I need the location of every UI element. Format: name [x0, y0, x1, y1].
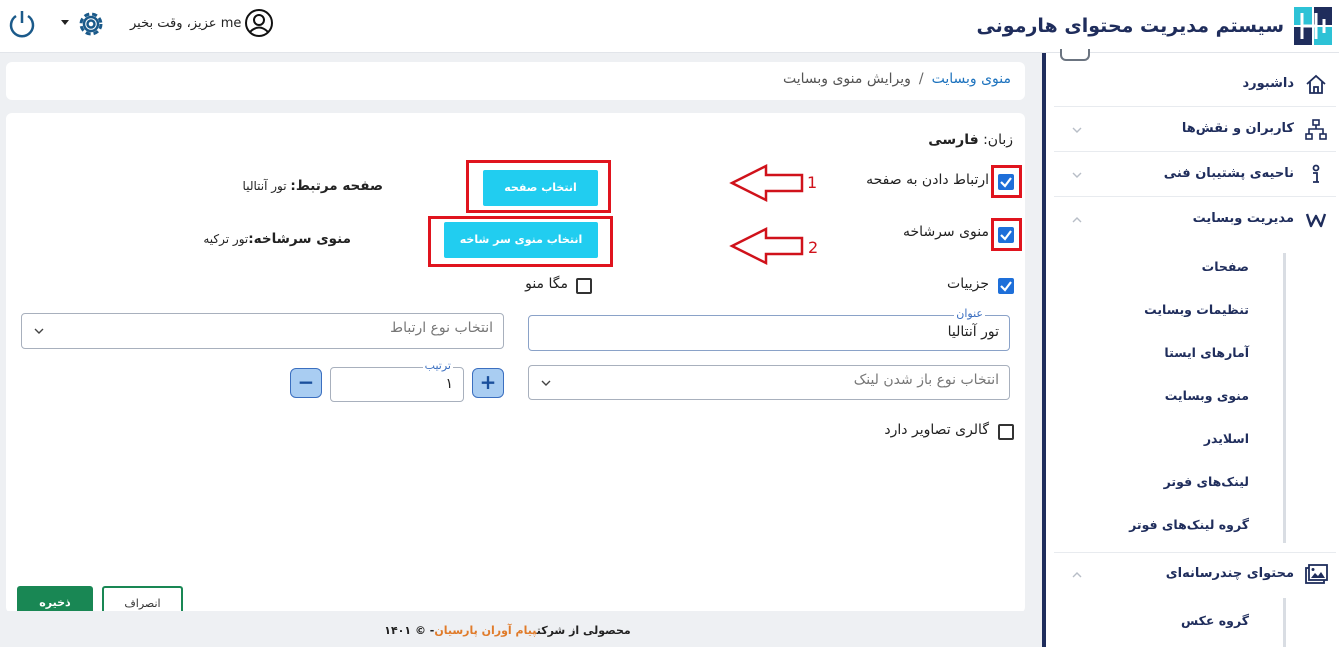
- related-page-value: تور آنتالیا: [242, 179, 287, 193]
- order-input[interactable]: ۱: [330, 367, 464, 402]
- user-icon: [245, 9, 274, 37]
- chevron-down-icon[interactable]: [61, 20, 69, 25]
- footer: محصولی از شرکتپیام آوران پارسیان- © ۱۴۰۱: [0, 611, 1042, 647]
- sidebar-item-dashboard[interactable]: داشبورد: [1054, 63, 1336, 107]
- sidebar-subitem-website-menu[interactable]: منوی وبسایت: [1165, 388, 1249, 403]
- link-type-placeholder: انتخاب نوع ارتباط: [390, 320, 493, 336]
- chevron-down-icon: [1072, 127, 1082, 133]
- language-row: زبان: فارسی: [928, 132, 1013, 148]
- sidebar-toggle[interactable]: [1060, 49, 1090, 61]
- breadcrumb-current: ویرایش منوی وبسایت: [782, 71, 911, 87]
- mega-menu-checkbox[interactable]: [576, 278, 592, 294]
- save-button[interactable]: ذخیره: [17, 586, 93, 611]
- title-field[interactable]: تور آنتالیا: [528, 315, 1010, 351]
- title-legend: عنوان: [954, 307, 985, 320]
- sidebar-item-label: ناحیه‌ی پشتیبان فنی: [1163, 166, 1294, 181]
- annotation-number-2: 2: [808, 238, 819, 257]
- logo-icon: [1292, 5, 1334, 47]
- sidebar-subitem-static-stats[interactable]: آمارهای ایستا: [1164, 345, 1249, 360]
- sidebar-subitem-footer-links[interactable]: لینک‌های فوتر: [1164, 474, 1249, 489]
- decrement-button[interactable]: −: [290, 368, 322, 398]
- title-input-value: تور آنتالیا: [947, 324, 999, 340]
- sidebar-item-label: مدیریت وبسایت: [1192, 211, 1294, 226]
- footer-prefix: محصولی از شرکت: [536, 624, 631, 637]
- language-label: زبان:: [983, 132, 1013, 148]
- image-icon: [1305, 564, 1328, 584]
- order-value: ۱: [445, 376, 453, 392]
- related-page-row: صفحه مرتبط: تور آنتالیا: [243, 178, 383, 194]
- parent-menu-label: منوی سرشاخه: [903, 224, 989, 240]
- sidebar-item-website[interactable]: مدیریت وبسایت: [1054, 198, 1336, 242]
- w-icon: [1305, 213, 1327, 228]
- app-title: سیستم مدیریت محتوای هارمونی: [976, 15, 1284, 37]
- user-greeting: me عزیز، وقت بخیر: [130, 15, 242, 31]
- user-menu[interactable]: me عزیز، وقت بخیر: [130, 8, 274, 38]
- gallery-checkbox[interactable]: [998, 424, 1014, 440]
- sidebar: داشبورد کاربران و نقش‌ها ناحیه‌ی پشتیبان…: [1042, 49, 1339, 647]
- sidebar-subitem-photo-group[interactable]: گروه عکس: [1181, 613, 1249, 628]
- details-label: جزییات: [947, 276, 989, 292]
- chevron-up-icon: [1072, 217, 1082, 223]
- home-icon: [1306, 74, 1326, 94]
- sidebar-subitem-footer-link-groups[interactable]: گروه لینک‌های فوتر: [1129, 517, 1249, 532]
- increment-button[interactable]: +: [472, 368, 504, 398]
- sidebar-item-media[interactable]: محتوای چندرسانه‌ای: [1054, 552, 1336, 596]
- annotation-number-1: 1: [807, 173, 818, 192]
- brand[interactable]: سیستم مدیریت محتوای هارمونی: [976, 4, 1334, 48]
- breadcrumb-separator: /: [918, 71, 924, 87]
- annotation-arrow-2: [729, 226, 804, 266]
- sidebar-item-label: کاربران و نقش‌ها: [1181, 121, 1294, 136]
- link-to-page-label: ارتباط دادن به صفحه: [866, 172, 989, 188]
- footer-suffix: - © ۱۴۰۱: [384, 624, 435, 637]
- submenu-line: [1283, 598, 1286, 647]
- footer-company-link[interactable]: پیام آوران پارسیان: [434, 624, 536, 637]
- sidebar-item-label: محتوای چندرسانه‌ای: [1165, 566, 1294, 581]
- gear-icon[interactable]: [75, 8, 107, 40]
- sidebar-item-users[interactable]: کاربران و نقش‌ها: [1054, 108, 1336, 152]
- breadcrumb: منوی وبسایت / ویرایش منوی وبسایت: [6, 62, 1025, 100]
- footer-text: محصولی از شرکتپیام آوران پارسیان- © ۱۴۰۱: [0, 624, 1015, 637]
- link-open-type-select[interactable]: انتخاب نوع باز شدن لینک: [528, 365, 1010, 400]
- power-icon[interactable]: [6, 8, 38, 40]
- chevron-down-icon: [34, 328, 44, 334]
- order-legend: ترتیب: [422, 359, 453, 372]
- chevron-up-icon: [1072, 572, 1082, 578]
- sidebar-subitem-website-settings[interactable]: تنظیمات وبسایت: [1144, 302, 1249, 317]
- sitemap-icon: [1305, 119, 1327, 140]
- related-page-label: صفحه مرتبط:: [290, 178, 383, 194]
- parent-menu-value: تور ترکیه: [203, 232, 249, 246]
- link-open-type-placeholder: انتخاب نوع باز شدن لینک: [853, 372, 999, 388]
- gallery-label: گالری تصاویر دارد: [884, 422, 989, 438]
- link-type-select[interactable]: انتخاب نوع ارتباط: [21, 313, 504, 349]
- chevron-down-icon: [1072, 172, 1082, 178]
- cancel-button[interactable]: انصراف: [102, 586, 183, 611]
- select-parent-menu-button[interactable]: انتخاب منوی سر شاخه: [444, 222, 598, 258]
- mega-menu-label: مگا منو: [525, 276, 568, 292]
- parent-menu-row: منوی سرشاخه:تور ترکیه: [203, 231, 351, 247]
- sidebar-subitem-pages[interactable]: صفحات: [1202, 259, 1249, 274]
- info-icon: [1312, 164, 1320, 183]
- details-checkbox[interactable]: [998, 278, 1014, 294]
- sidebar-item-support[interactable]: ناحیه‌ی پشتیبان فنی: [1054, 153, 1336, 197]
- language-value: فارسی: [928, 132, 979, 148]
- select-page-button[interactable]: انتخاب صفحه: [483, 170, 598, 206]
- annotation-arrow-1: [729, 163, 804, 203]
- submenu-line: [1283, 253, 1286, 543]
- top-header: سیستم مدیریت محتوای هارمونی me عزیز، وقت…: [0, 0, 1339, 53]
- link-to-page-checkbox[interactable]: [998, 174, 1014, 190]
- parent-menu-field-label: منوی سرشاخه:: [248, 231, 351, 247]
- breadcrumb-link[interactable]: منوی وبسایت: [932, 71, 1011, 87]
- parent-menu-checkbox[interactable]: [998, 227, 1014, 243]
- sidebar-subitem-slider[interactable]: اسلایدر: [1204, 431, 1249, 446]
- chevron-down-icon: [541, 380, 551, 386]
- sidebar-item-label: داشبورد: [1242, 76, 1294, 91]
